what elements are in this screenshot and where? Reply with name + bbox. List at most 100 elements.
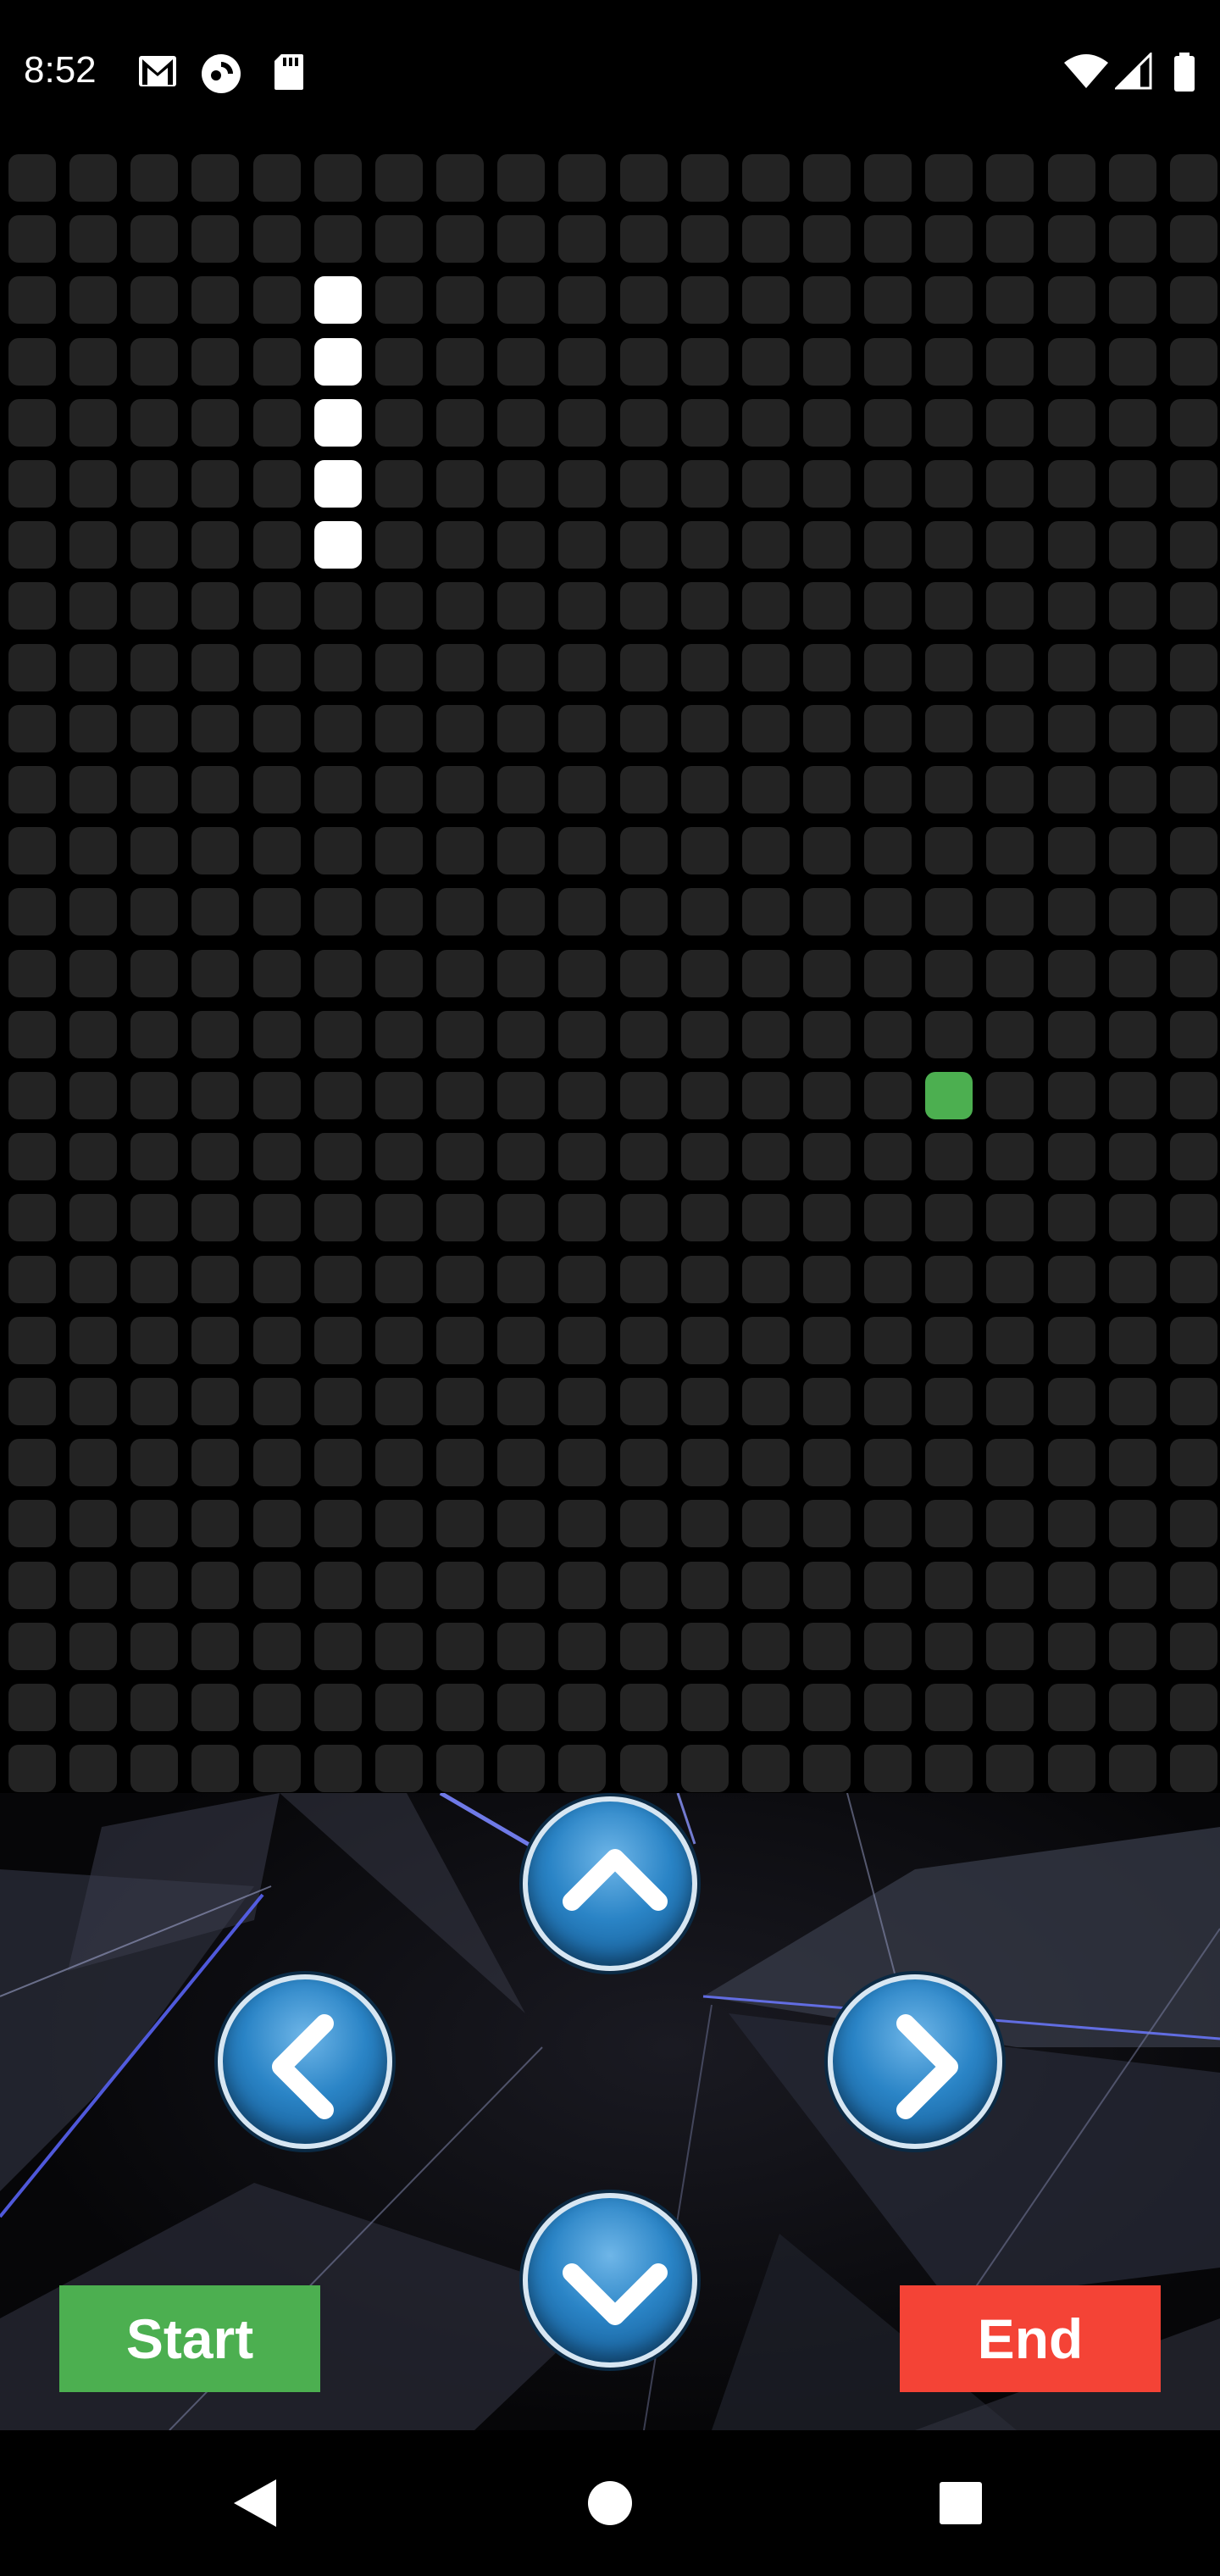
- grid-cell: [69, 1439, 117, 1486]
- grid-cell: [130, 215, 178, 263]
- grid-cell: [8, 1133, 56, 1180]
- grid-cell: [864, 1684, 912, 1731]
- grid-cell: [558, 888, 606, 935]
- grid-cell: [69, 521, 117, 569]
- left-button[interactable]: [218, 1974, 392, 2149]
- grid-cell: [253, 1317, 301, 1364]
- grid-cell: [986, 1194, 1034, 1241]
- grid-cell: [742, 521, 790, 569]
- grid-cell: [925, 1623, 973, 1670]
- grid-cell: [191, 1194, 239, 1241]
- grid-cell: [69, 1745, 117, 1792]
- grid-cell: [558, 644, 606, 691]
- grid-cell: [69, 276, 117, 324]
- grid-cell: [497, 644, 545, 691]
- grid-cell: [69, 1072, 117, 1119]
- end-button[interactable]: End: [900, 2285, 1161, 2392]
- food-cell: [925, 1072, 973, 1119]
- grid-cell: [986, 1378, 1034, 1425]
- grid-cell: [681, 521, 729, 569]
- grid-cell: [191, 1072, 239, 1119]
- grid-cell: [436, 460, 484, 508]
- right-button[interactable]: [828, 1974, 1002, 2149]
- sd-card-icon: [274, 54, 303, 90]
- grid-cell: [558, 1623, 606, 1670]
- grid-cell: [375, 582, 423, 630]
- recents-square-icon[interactable]: [918, 2461, 1003, 2545]
- home-circle-icon[interactable]: [568, 2461, 652, 2545]
- down-button[interactable]: [523, 2193, 697, 2368]
- back-triangle-icon[interactable]: [212, 2461, 297, 2545]
- grid-cell: [742, 766, 790, 813]
- grid-cell: [130, 1623, 178, 1670]
- grid-cell: [375, 1623, 423, 1670]
- grid-cell: [130, 950, 178, 997]
- grid-cell: [436, 1133, 484, 1180]
- grid-cell: [69, 705, 117, 752]
- grid-cell: [1048, 460, 1095, 508]
- grid-cell: [69, 1194, 117, 1241]
- grid-cell: [1170, 154, 1217, 202]
- grid-cell: [558, 399, 606, 447]
- grid-cell: [436, 1194, 484, 1241]
- grid-cell: [314, 582, 362, 630]
- grid-cell: [864, 644, 912, 691]
- grid-cell: [1048, 1562, 1095, 1609]
- grid-cell: [620, 888, 668, 935]
- grid-cell: [191, 888, 239, 935]
- grid-cell: [925, 1194, 973, 1241]
- grid-cell: [742, 276, 790, 324]
- grid-cell: [253, 1684, 301, 1731]
- grid-cell: [1109, 1500, 1156, 1547]
- grid-cell: [8, 154, 56, 202]
- grid-cell: [1048, 399, 1095, 447]
- grid-cell: [986, 1072, 1034, 1119]
- grid-cell: [314, 1439, 362, 1486]
- grid-cell: [681, 582, 729, 630]
- grid-cell: [253, 827, 301, 874]
- grid-cell: [558, 1500, 606, 1547]
- grid-cell: [191, 521, 239, 569]
- grid-cell: [1109, 1439, 1156, 1486]
- grid-cell: [681, 950, 729, 997]
- grid-cell: [497, 705, 545, 752]
- grid-cell: [1170, 705, 1217, 752]
- snake-segment: [314, 338, 362, 386]
- grid-cell: [497, 1256, 545, 1303]
- grid-cell: [130, 1317, 178, 1364]
- grid-cell: [497, 154, 545, 202]
- grid-cell: [497, 1684, 545, 1731]
- grid-cell: [8, 1256, 56, 1303]
- grid-cell: [314, 827, 362, 874]
- chevron-right-icon: [896, 2014, 958, 2119]
- grid-cell: [1048, 1072, 1095, 1119]
- grid-cell: [8, 1623, 56, 1670]
- grid-cell: [253, 338, 301, 386]
- grid-cell: [986, 766, 1034, 813]
- grid-cell: [375, 888, 423, 935]
- grid-cell: [742, 215, 790, 263]
- grid-cell: [191, 215, 239, 263]
- grid-cell: [130, 1562, 178, 1609]
- grid-cell: [925, 154, 973, 202]
- grid-cell: [681, 460, 729, 508]
- grid-cell: [253, 1745, 301, 1792]
- grid-cell: [864, 1500, 912, 1547]
- grid-cell: [1109, 1684, 1156, 1731]
- grid-cell: [8, 1500, 56, 1547]
- grid-cell: [8, 399, 56, 447]
- grid-cell: [803, 1745, 851, 1792]
- grid-cell: [1170, 1317, 1217, 1364]
- grid-cell: [497, 766, 545, 813]
- grid-cell: [314, 1256, 362, 1303]
- grid-cell: [375, 766, 423, 813]
- grid-cell: [986, 460, 1034, 508]
- grid-cell: [130, 644, 178, 691]
- grid-cell: [1170, 215, 1217, 263]
- up-button[interactable]: [523, 1796, 697, 1971]
- grid-cell: [864, 1378, 912, 1425]
- grid-cell: [191, 1439, 239, 1486]
- start-button[interactable]: Start: [59, 2285, 320, 2392]
- grid-cell: [8, 888, 56, 935]
- grid-cell: [1170, 1072, 1217, 1119]
